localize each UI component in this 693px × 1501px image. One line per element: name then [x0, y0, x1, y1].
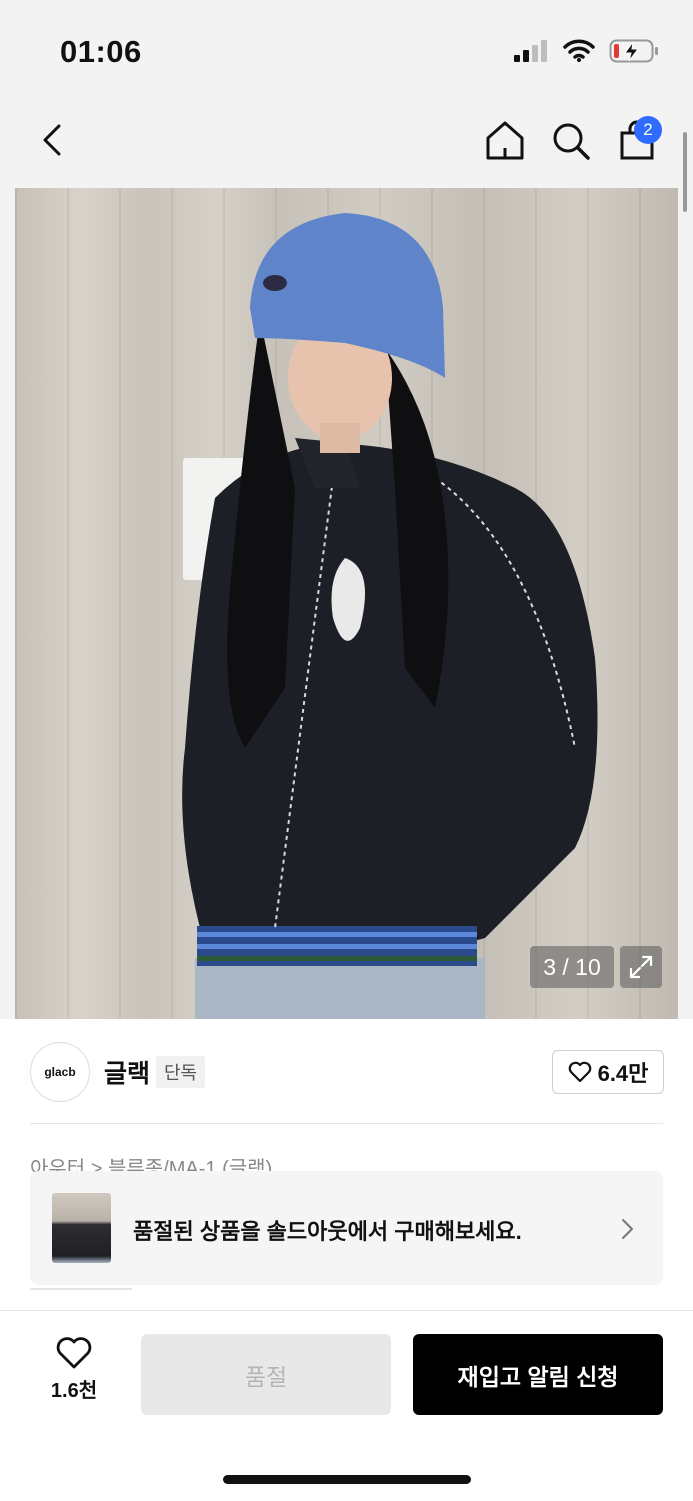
search-button[interactable] — [548, 118, 594, 164]
chevron-right-icon — [622, 1219, 633, 1239]
banner-product-thumbnail — [52, 1193, 111, 1263]
status-icons — [513, 38, 659, 69]
wishlist-button[interactable]: 1.6천 — [36, 1336, 112, 1406]
cart-count-badge: 2 — [634, 116, 662, 144]
divider — [30, 1123, 663, 1124]
expand-icon — [629, 955, 653, 979]
soldout-button: 품절 — [141, 1334, 391, 1415]
search-icon — [553, 123, 590, 160]
wishlist-count: 1.6천 — [50, 1380, 98, 1402]
signal-icon — [513, 39, 549, 68]
banner-text: 품절된 상품을 솔드아웃에서 구매해보세요. — [133, 1219, 522, 1244]
product-image[interactable] — [15, 188, 678, 1019]
heart-icon — [56, 1337, 92, 1369]
brand-name[interactable]: 글랙 — [104, 1054, 150, 1090]
back-chevron-icon — [43, 124, 61, 156]
home-icon — [486, 121, 524, 160]
restock-alert-button[interactable]: 재입고 알림 신청 — [413, 1334, 663, 1415]
heart-icon — [568, 1061, 591, 1083]
home-button[interactable] — [482, 118, 528, 164]
divider — [30, 1288, 132, 1290]
brand-logo[interactable]: glacb — [30, 1042, 90, 1102]
expand-image-button[interactable] — [620, 946, 662, 988]
page-scrollbar[interactable] — [683, 132, 687, 212]
image-counter: 3 / 10 — [530, 946, 614, 988]
exclusive-badge: 단독 — [156, 1056, 206, 1088]
brand-like-count: 6.4만 — [597, 1061, 649, 1086]
status-time: 01:06 — [60, 34, 142, 69]
home-indicator[interactable] — [223, 1475, 471, 1484]
battery-charging-icon — [609, 38, 659, 69]
wifi-icon — [563, 39, 595, 68]
top-nav-bar — [0, 104, 693, 184]
status-bar: 01:06 — [0, 0, 693, 104]
brand-like-button[interactable]: 6.4만 — [552, 1050, 664, 1094]
back-button[interactable] — [30, 118, 74, 162]
model-figure-illustration — [182, 213, 598, 1019]
banner-arrow — [616, 1214, 640, 1244]
